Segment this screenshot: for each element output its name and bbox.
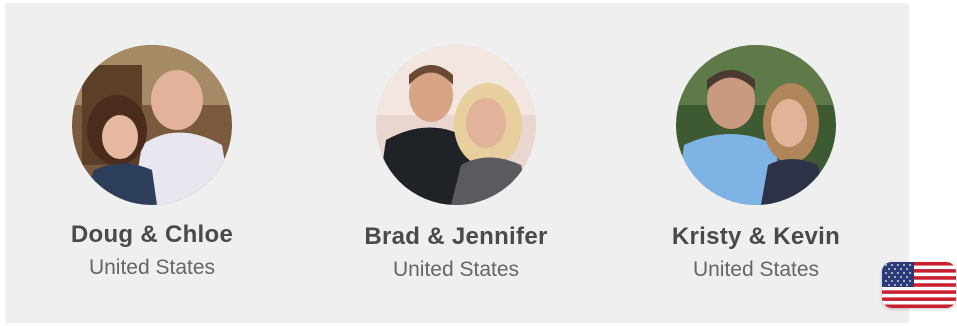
testimonials-panel: Doug & Chloe United States Brad & Jennif… [5,3,909,323]
couple-photo-3 [676,45,836,205]
couple-photo-1 [72,45,232,205]
testimonial-country: United States [692,258,820,281]
testimonial-name: Kristy & Kevin [671,223,841,250]
testimonial-country: United States [392,258,520,281]
couple-photo-2 [376,45,536,205]
testimonial-country: United States [88,256,216,279]
testimonial-name: Doug & Chloe [70,221,234,248]
us-flag-icon[interactable] [882,262,956,308]
testimonial-name: Brad & Jennifer [364,223,548,250]
